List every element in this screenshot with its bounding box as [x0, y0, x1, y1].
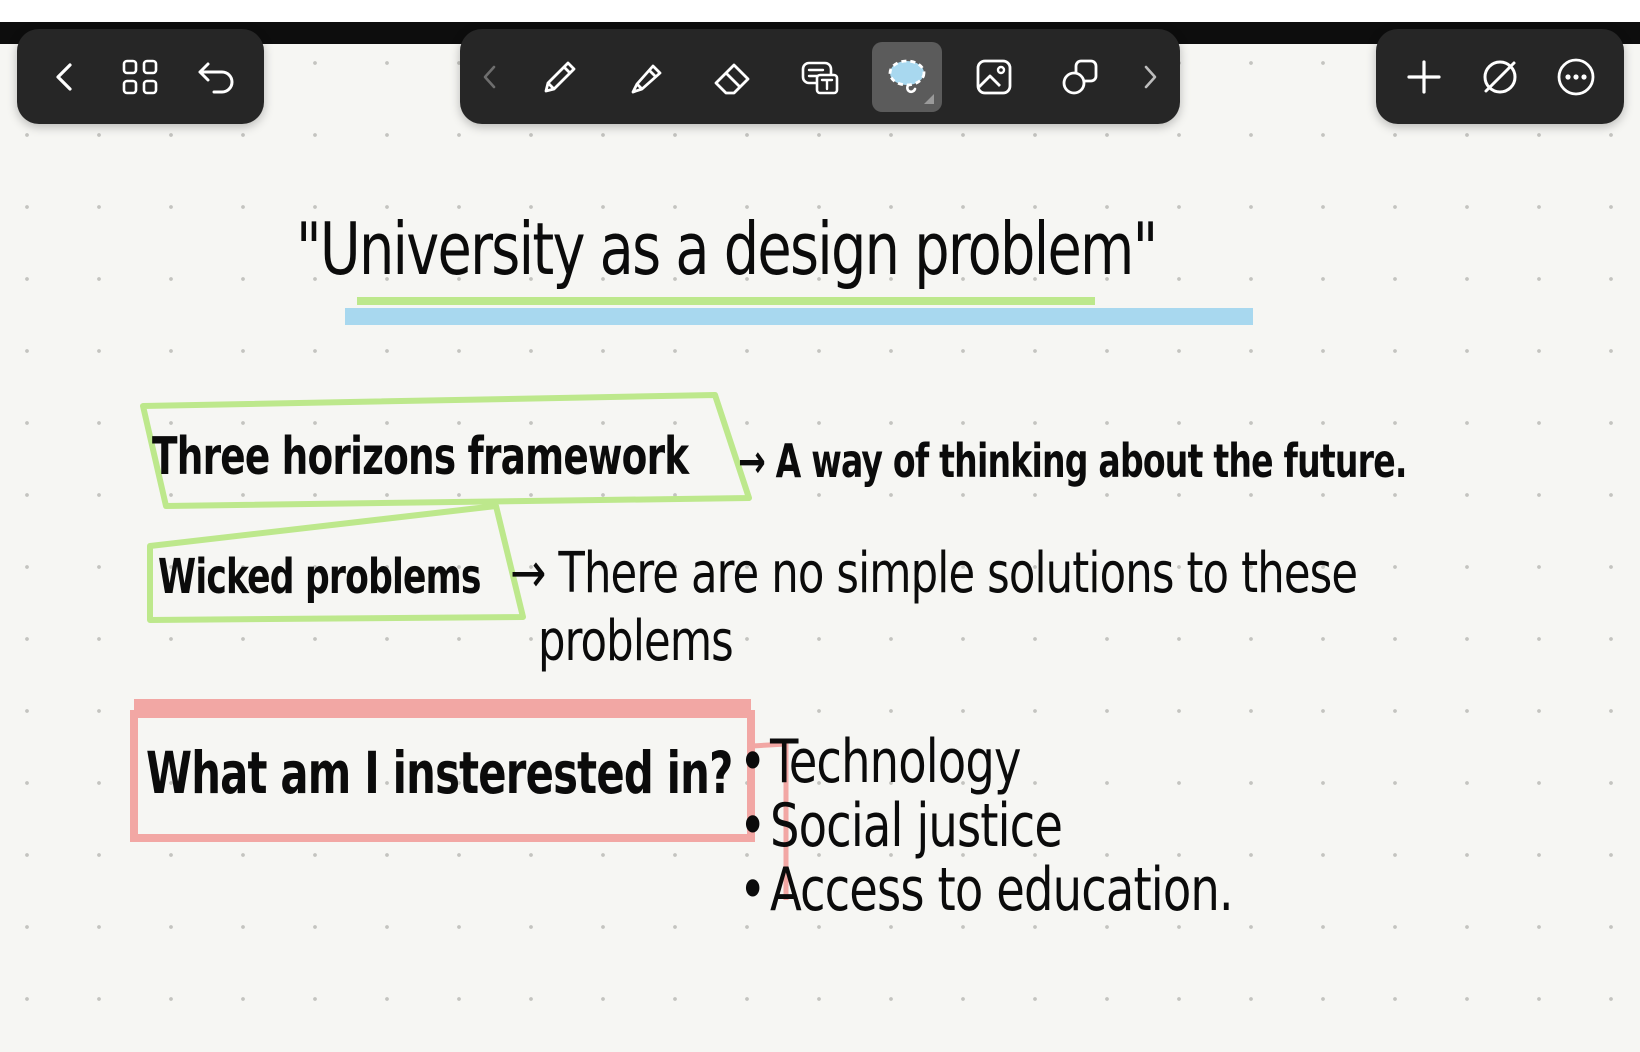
definition-wicked-problems: → There are no simple solutions to these	[510, 541, 1358, 606]
note-title: "University as a design problem"	[296, 207, 1158, 291]
toolbar-right	[1376, 29, 1624, 124]
toolbar-tools	[460, 29, 1180, 124]
definition-three-horizons: → A way of thinking about the future.	[738, 434, 1407, 488]
toolbar-left	[17, 29, 264, 124]
text-tool-button[interactable]	[785, 42, 855, 112]
list-item: Social justice	[739, 794, 1233, 858]
tools-scroll-right-button[interactable]	[1132, 42, 1168, 112]
chevron-left-icon	[483, 65, 496, 88]
highlighter-icon	[631, 64, 661, 93]
list-item: Access to education.	[739, 858, 1234, 922]
back-button[interactable]	[30, 42, 100, 112]
term-wicked-problems: Wicked problems	[158, 549, 481, 605]
shapes-icon	[1062, 59, 1098, 94]
chevron-right-icon	[1144, 65, 1157, 88]
undo-icon	[198, 62, 234, 93]
text-box-icon	[801, 61, 839, 94]
tools-scroll-left-button[interactable]	[472, 42, 508, 112]
shapes-tool-button[interactable]	[1045, 42, 1115, 112]
more-icon	[1557, 58, 1595, 95]
more-options-button[interactable]	[1541, 42, 1611, 112]
eraser-tool-button[interactable]	[698, 42, 768, 112]
highlighter-tool-button[interactable]	[612, 42, 682, 112]
status-area	[0, 0, 1640, 22]
pen-icon	[544, 61, 576, 92]
no-pen-icon	[1483, 60, 1517, 93]
image-tool-button[interactable]	[959, 42, 1029, 112]
chevron-left-icon	[56, 62, 72, 91]
interests-list: Technology Social justice Access to educ…	[739, 730, 1234, 922]
image-icon	[976, 59, 1011, 94]
lasso-tool-button[interactable]	[871, 41, 942, 112]
pen-only-toggle-button[interactable]	[1465, 42, 1535, 112]
add-page-button[interactable]	[1389, 42, 1459, 112]
list-item: Technology	[739, 730, 1233, 794]
undo-button[interactable]	[181, 42, 251, 112]
tool-options-indicator	[923, 93, 934, 104]
eraser-icon	[714, 63, 750, 94]
pen-tool-button[interactable]	[525, 42, 595, 112]
question-interests: What am I insterested in?	[146, 739, 733, 807]
grid-icon	[123, 59, 158, 94]
definition-wicked-problems-cont: problems	[538, 609, 734, 674]
plus-icon	[1407, 59, 1441, 94]
grid-button[interactable]	[105, 42, 175, 112]
term-three-horizons: Three horizons framework	[152, 427, 689, 487]
